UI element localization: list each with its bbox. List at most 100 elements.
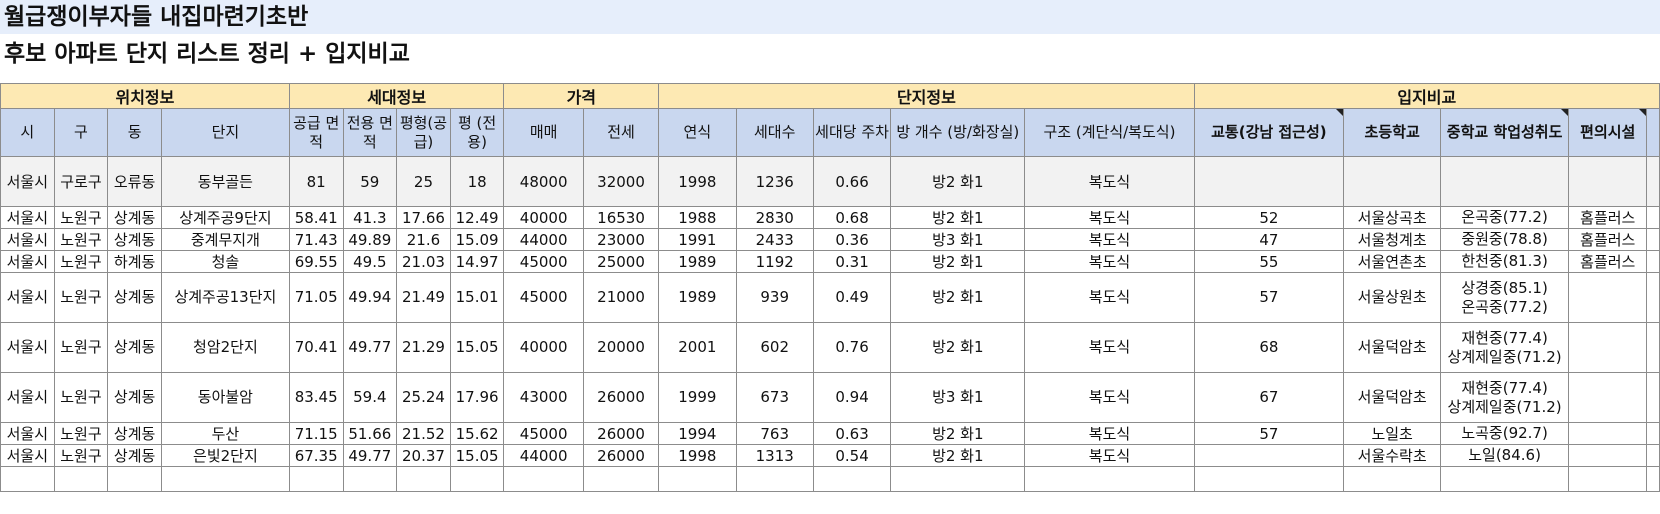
cell-jeonse[interactable]: 23000 [582, 228, 660, 251]
cell-hh[interactable]: 1192 [735, 250, 814, 273]
cell-danji[interactable]: 상계주공9단지 [160, 206, 290, 229]
cell-trans[interactable]: 47 [1193, 228, 1345, 251]
cell-sale[interactable]: 45000 [503, 250, 584, 273]
empty-cell[interactable] [582, 466, 660, 492]
cell-danji[interactable]: 동아불암 [160, 372, 290, 423]
cell-overflow[interactable] [1646, 206, 1660, 229]
cell-si[interactable]: 서울시 [0, 322, 55, 373]
cell-conv[interactable]: 홈플러스 [1568, 228, 1648, 251]
cell-gu[interactable]: 노원구 [53, 206, 109, 229]
cell-elem[interactable]: 서울상곡초 [1343, 206, 1442, 229]
cell-pys[interactable]: 21.03 [396, 250, 451, 273]
empty-cell[interactable] [503, 466, 584, 492]
cell-gu[interactable]: 구로구 [53, 156, 109, 207]
cell-si[interactable]: 서울시 [0, 206, 55, 229]
header-rooms[interactable]: 방 개수 (방/화장실) [890, 108, 1026, 157]
cell-elem[interactable]: 서울연촌초 [1343, 250, 1442, 273]
cell-overflow[interactable] [1646, 444, 1660, 467]
cell-trans[interactable] [1193, 156, 1345, 207]
group-household[interactable]: 세대정보 [288, 83, 505, 109]
header-households[interactable]: 세대수 [735, 108, 814, 157]
cell-hh[interactable]: 763 [735, 422, 814, 445]
cell-danji[interactable]: 청솔 [160, 250, 290, 273]
cell-si[interactable]: 서울시 [0, 156, 55, 207]
cell-rooms[interactable]: 방2 화1 [890, 250, 1026, 273]
cell-trans[interactable] [1193, 444, 1345, 467]
cell-year[interactable]: 1991 [658, 228, 737, 251]
cell-jeonse[interactable]: 26000 [582, 422, 660, 445]
cell-year[interactable]: 2001 [658, 322, 737, 373]
cell-pys[interactable]: 21.6 [396, 228, 451, 251]
cell-overflow[interactable] [1646, 156, 1660, 207]
cell-excl[interactable]: 49.77 [342, 322, 398, 373]
header-exclusive-area[interactable]: 전용 면적 [342, 108, 398, 157]
cell-overflow[interactable] [1646, 250, 1660, 273]
cell-rooms[interactable]: 방2 화1 [890, 206, 1026, 229]
cell-danji[interactable]: 두산 [160, 422, 290, 445]
cell-dong[interactable]: 상계동 [107, 422, 162, 445]
cell-pye[interactable]: 18 [449, 156, 505, 207]
cell-trans[interactable]: 55 [1193, 250, 1345, 273]
cell-excl[interactable]: 59.4 [342, 372, 398, 423]
cell-pye[interactable]: 15.01 [449, 272, 505, 323]
cell-overflow[interactable] [1646, 322, 1660, 373]
empty-cell[interactable] [1343, 466, 1442, 492]
cell-struct[interactable]: 복도식 [1024, 444, 1195, 467]
empty-cell[interactable] [1193, 466, 1345, 492]
cell-jeonse[interactable]: 20000 [582, 322, 660, 373]
cell-gu[interactable]: 노원구 [53, 272, 109, 323]
empty-cell[interactable] [658, 466, 737, 492]
cell-supply[interactable]: 83.45 [288, 372, 344, 423]
header-convenience[interactable]: 편의시설 [1568, 108, 1648, 157]
sheet-title[interactable]: 월급쟁이부자들 내집마련기초반 [0, 0, 1660, 34]
cell-pye[interactable]: 15.05 [449, 322, 505, 373]
cell-middle-school[interactable]: 노곡중(92.7) [1440, 422, 1570, 445]
empty-cell[interactable] [288, 466, 344, 492]
cell-supply[interactable]: 69.55 [288, 250, 344, 273]
cell-supply[interactable]: 67.35 [288, 444, 344, 467]
cell-hh[interactable]: 1236 [735, 156, 814, 207]
cell-dong[interactable]: 상계동 [107, 444, 162, 467]
empty-cell[interactable] [449, 466, 505, 492]
empty-cell[interactable] [812, 466, 892, 492]
cell-trans[interactable]: 52 [1193, 206, 1345, 229]
sheet-subtitle[interactable]: 후보 아파트 단지 리스트 정리 + 입지비교 [0, 36, 1660, 72]
cell-elem[interactable]: 서울청계초 [1343, 228, 1442, 251]
cell-overflow[interactable] [1646, 228, 1660, 251]
cell-supply[interactable]: 71.43 [288, 228, 344, 251]
empty-cell[interactable] [396, 466, 451, 492]
cell-conv[interactable]: 홈플러스 [1568, 206, 1648, 229]
cell-danji[interactable]: 중계무지개 [160, 228, 290, 251]
cell-park[interactable]: 0.49 [812, 272, 892, 323]
cell-hh[interactable]: 602 [735, 322, 814, 373]
cell-sale[interactable]: 44000 [503, 228, 584, 251]
cell-park[interactable]: 0.68 [812, 206, 892, 229]
cell-pye[interactable]: 14.97 [449, 250, 505, 273]
cell-sale[interactable]: 48000 [503, 156, 584, 207]
cell-hh[interactable]: 673 [735, 372, 814, 423]
cell-supply[interactable]: 81 [288, 156, 344, 207]
cell-conv[interactable] [1568, 322, 1648, 373]
cell-si[interactable]: 서울시 [0, 422, 55, 445]
cell-danji[interactable]: 청암2단지 [160, 322, 290, 373]
cell-conv[interactable]: 홈플러스 [1568, 250, 1648, 273]
cell-rooms[interactable]: 방2 화1 [890, 272, 1026, 323]
cell-dong[interactable]: 하계동 [107, 250, 162, 273]
cell-gu[interactable]: 노원구 [53, 228, 109, 251]
cell-gu[interactable]: 노원구 [53, 372, 109, 423]
empty-cell[interactable] [160, 466, 290, 492]
cell-si[interactable]: 서울시 [0, 250, 55, 273]
cell-excl[interactable]: 49.77 [342, 444, 398, 467]
group-location[interactable]: 위치정보 [0, 83, 290, 109]
cell-middle-school[interactable]: 재현중(77.4) 상계제일중(71.2) [1440, 322, 1570, 373]
header-gu[interactable]: 구 [53, 108, 109, 157]
group-complex[interactable]: 단지정보 [658, 83, 1195, 109]
cell-struct[interactable]: 복도식 [1024, 372, 1195, 423]
header-overflow[interactable] [1646, 108, 1660, 157]
cell-middle-school[interactable]: 한천중(81.3) [1440, 250, 1570, 273]
empty-cell[interactable] [735, 466, 814, 492]
header-si[interactable]: 시 [0, 108, 55, 157]
cell-danji[interactable]: 은빛2단지 [160, 444, 290, 467]
cell-conv[interactable] [1568, 272, 1648, 323]
header-transport[interactable]: 교통(강남 접근성) [1193, 108, 1345, 157]
